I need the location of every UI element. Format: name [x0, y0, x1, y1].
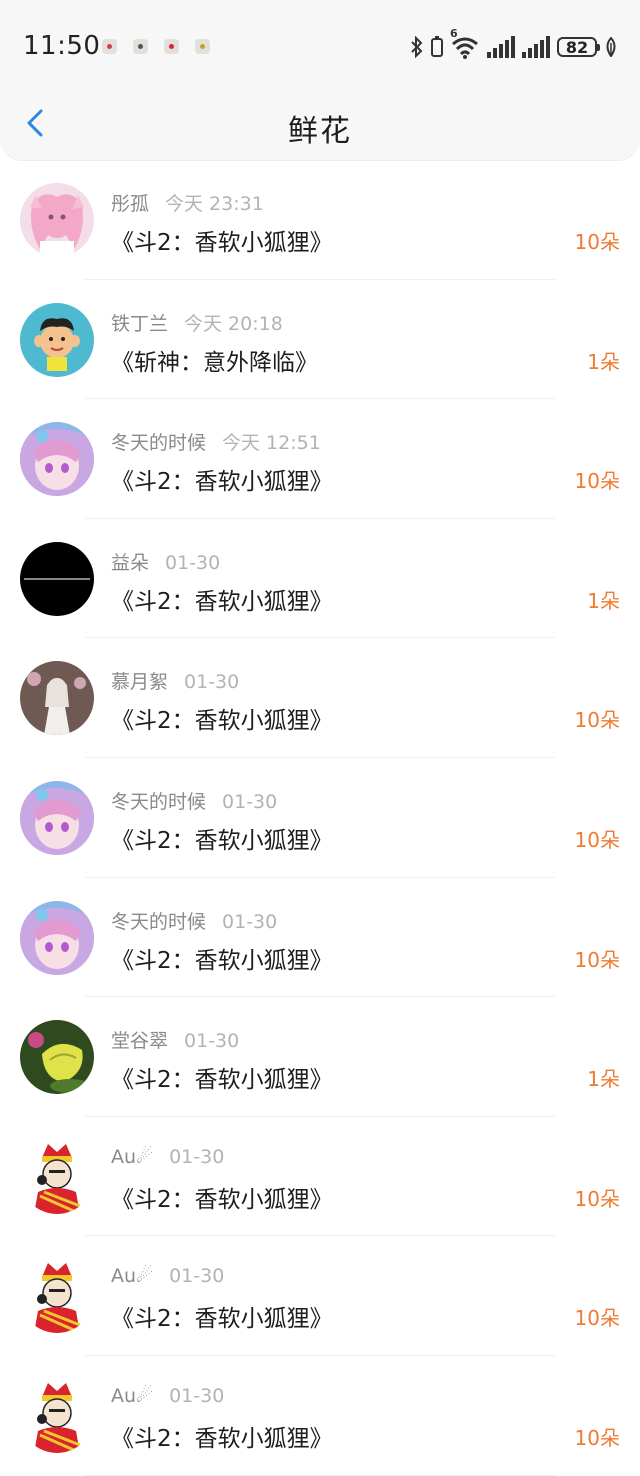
app-notification-icon [102, 39, 117, 54]
flower-count: 10朵 [574, 827, 620, 852]
send-date: 01-30 [222, 910, 278, 933]
flower-count: 10朵 [574, 1186, 620, 1211]
sender-name-text: 冬天的时候 [111, 910, 207, 933]
send-date: 01-30 [165, 551, 221, 574]
bluetooth-icon [411, 36, 423, 58]
flower-count: 1朵 [587, 349, 620, 374]
avatar[interactable] [20, 1378, 94, 1453]
flower-count: 10朵 [574, 1306, 620, 1331]
send-date: 今天 20:18 [184, 312, 283, 335]
app-notification-icon [195, 39, 210, 54]
sender-name-text: 铁丁兰 [111, 312, 169, 335]
leaf-icon [606, 37, 616, 57]
list-item[interactable]: 冬天的时候 01-30 《斗2：香软小狐狸》 10朵 [0, 758, 640, 878]
flower-count: 10朵 [574, 230, 620, 254]
avatar[interactable] [20, 661, 94, 736]
battery-level: 82 [557, 37, 600, 57]
flower-count: 1朵 [587, 588, 620, 613]
avatar[interactable] [20, 422, 94, 497]
list-item[interactable]: 慕月絮 01-30 《斗2：香软小狐狸》 10朵 [0, 638, 640, 758]
avatar[interactable] [20, 780, 94, 855]
send-date: 今天 12:51 [222, 432, 321, 455]
send-date: 01-30 [184, 671, 240, 694]
sender-name-text: 堂谷翠 [111, 1030, 169, 1053]
flower-count: 10朵 [574, 947, 620, 972]
list-item[interactable]: 冬天的时候 今天 12:51 《斗2：香软小狐狸》 10朵 [0, 399, 640, 519]
book-title: 《斗2：香软小狐狸》 [111, 1425, 333, 1452]
book-title: 《斗2：香软小狐狸》 [111, 947, 333, 974]
send-date: 01-30 [169, 1384, 225, 1407]
book-title: 《斗2：香软小狐狸》 [111, 1067, 333, 1094]
sender-name-text: Au☄ [111, 1384, 154, 1407]
sender-name-text: 益朵 [111, 551, 150, 574]
list-item[interactable]: 堂谷翠 01-30 《斗2：香软小狐狸》 1朵 [0, 997, 640, 1117]
book-title: 《斗2：香软小狐狸》 [111, 827, 333, 854]
list-item[interactable]: 铁丁兰 今天 20:18 《斩神：意外降临》 1朵 [0, 280, 640, 400]
book-title: 《斗2：香软小狐狸》 [111, 230, 333, 256]
network-type-label: 6 [450, 27, 458, 40]
sender-name: Au☄ 01-30 [111, 1265, 224, 1287]
sender-name-text: 冬天的时候 [111, 432, 207, 455]
book-title: 《斗2：香软小狐狸》 [111, 1306, 333, 1333]
sender-name-text: Au☄ [111, 1265, 154, 1288]
list-item[interactable]: 彤孤 今天 23:31 《斗2：香软小狐狸》 10朵 [0, 160, 640, 280]
avatar[interactable] [20, 900, 94, 975]
sender-name: 彤孤 今天 23:31 [111, 189, 264, 216]
flower-count: 1朵 [587, 1067, 620, 1092]
send-date: 01-30 [169, 1145, 225, 1168]
divider [85, 1474, 555, 1476]
avatar[interactable] [20, 1020, 94, 1095]
app-notification-icon [133, 39, 148, 54]
list-item[interactable]: Au☄ 01-30 《斗2：香软小狐狸》 10朵 [0, 1356, 640, 1476]
book-title: 《斗2：香软小狐狸》 [111, 1186, 333, 1213]
flower-record-list: 彤孤 今天 23:31 《斗2：香软小狐狸》 10朵 铁丁兰 今天 20:18 《斩… [0, 160, 640, 1476]
sender-name-text: 彤孤 [111, 193, 150, 215]
avatar[interactable] [20, 1259, 94, 1334]
send-date: 01-30 [169, 1265, 225, 1288]
avatar[interactable] [20, 1139, 94, 1214]
flower-count: 10朵 [574, 1425, 620, 1450]
sender-name-text: 冬天的时候 [111, 790, 207, 813]
avatar[interactable] [20, 541, 94, 616]
book-title: 《斗2：香软小狐狸》 [111, 469, 333, 496]
sender-name: 堂谷翠 01-30 [111, 1026, 239, 1053]
app-notification-icon [164, 39, 179, 54]
wifi-indicator: 6 [450, 27, 480, 59]
book-title: 《斗2：香软小狐狸》 [111, 588, 333, 615]
status-bar: 11:50 6 82 [0, 0, 640, 96]
sender-name: Au☄ 01-30 [111, 1385, 224, 1407]
sender-name-text: 慕月絮 [111, 671, 169, 694]
signal-icon [522, 36, 550, 58]
sender-name: 冬天的时候 01-30 [111, 907, 277, 934]
book-title: 《斗2：香软小狐狸》 [111, 708, 333, 735]
avatar[interactable] [20, 302, 94, 377]
top-bar: 11:50 6 82 鲜花 [0, 0, 640, 160]
page-title: 鲜花 [288, 114, 352, 149]
phone-battery-icon [431, 36, 443, 57]
list-item[interactable]: 益朵 01-30 《斗2：香软小狐狸》 1朵 [0, 519, 640, 639]
sender-name: 铁丁兰 今天 20:18 [111, 309, 283, 336]
send-date: 今天 23:31 [165, 193, 264, 215]
avatar[interactable] [20, 183, 94, 257]
list-item[interactable]: 冬天的时候 01-30 《斗2：香软小狐狸》 10朵 [0, 878, 640, 998]
sender-name: Au☄ 01-30 [111, 1146, 224, 1168]
sender-name: 冬天的时候 01-30 [111, 787, 277, 814]
status-time: 11:50 [23, 31, 101, 61]
sender-name: 冬天的时候 今天 12:51 [111, 428, 321, 455]
sender-name: 益朵 01-30 [111, 548, 220, 575]
list-item[interactable]: Au☄ 01-30 《斗2：香软小狐狸》 10朵 [0, 1117, 640, 1237]
sender-name-text: Au☄ [111, 1145, 154, 1168]
nav-bar: 鲜花 [0, 96, 640, 160]
sender-name: 慕月絮 01-30 [111, 667, 239, 694]
flower-count: 10朵 [574, 708, 620, 733]
list-item[interactable]: Au☄ 01-30 《斗2：香软小狐狸》 10朵 [0, 1236, 640, 1356]
send-date: 01-30 [184, 1030, 240, 1053]
signal-icon [487, 36, 515, 58]
book-title: 《斩神：意外降临》 [111, 349, 318, 376]
flower-count: 10朵 [574, 469, 620, 494]
status-icons: 6 82 [410, 27, 618, 62]
send-date: 01-30 [222, 790, 278, 813]
